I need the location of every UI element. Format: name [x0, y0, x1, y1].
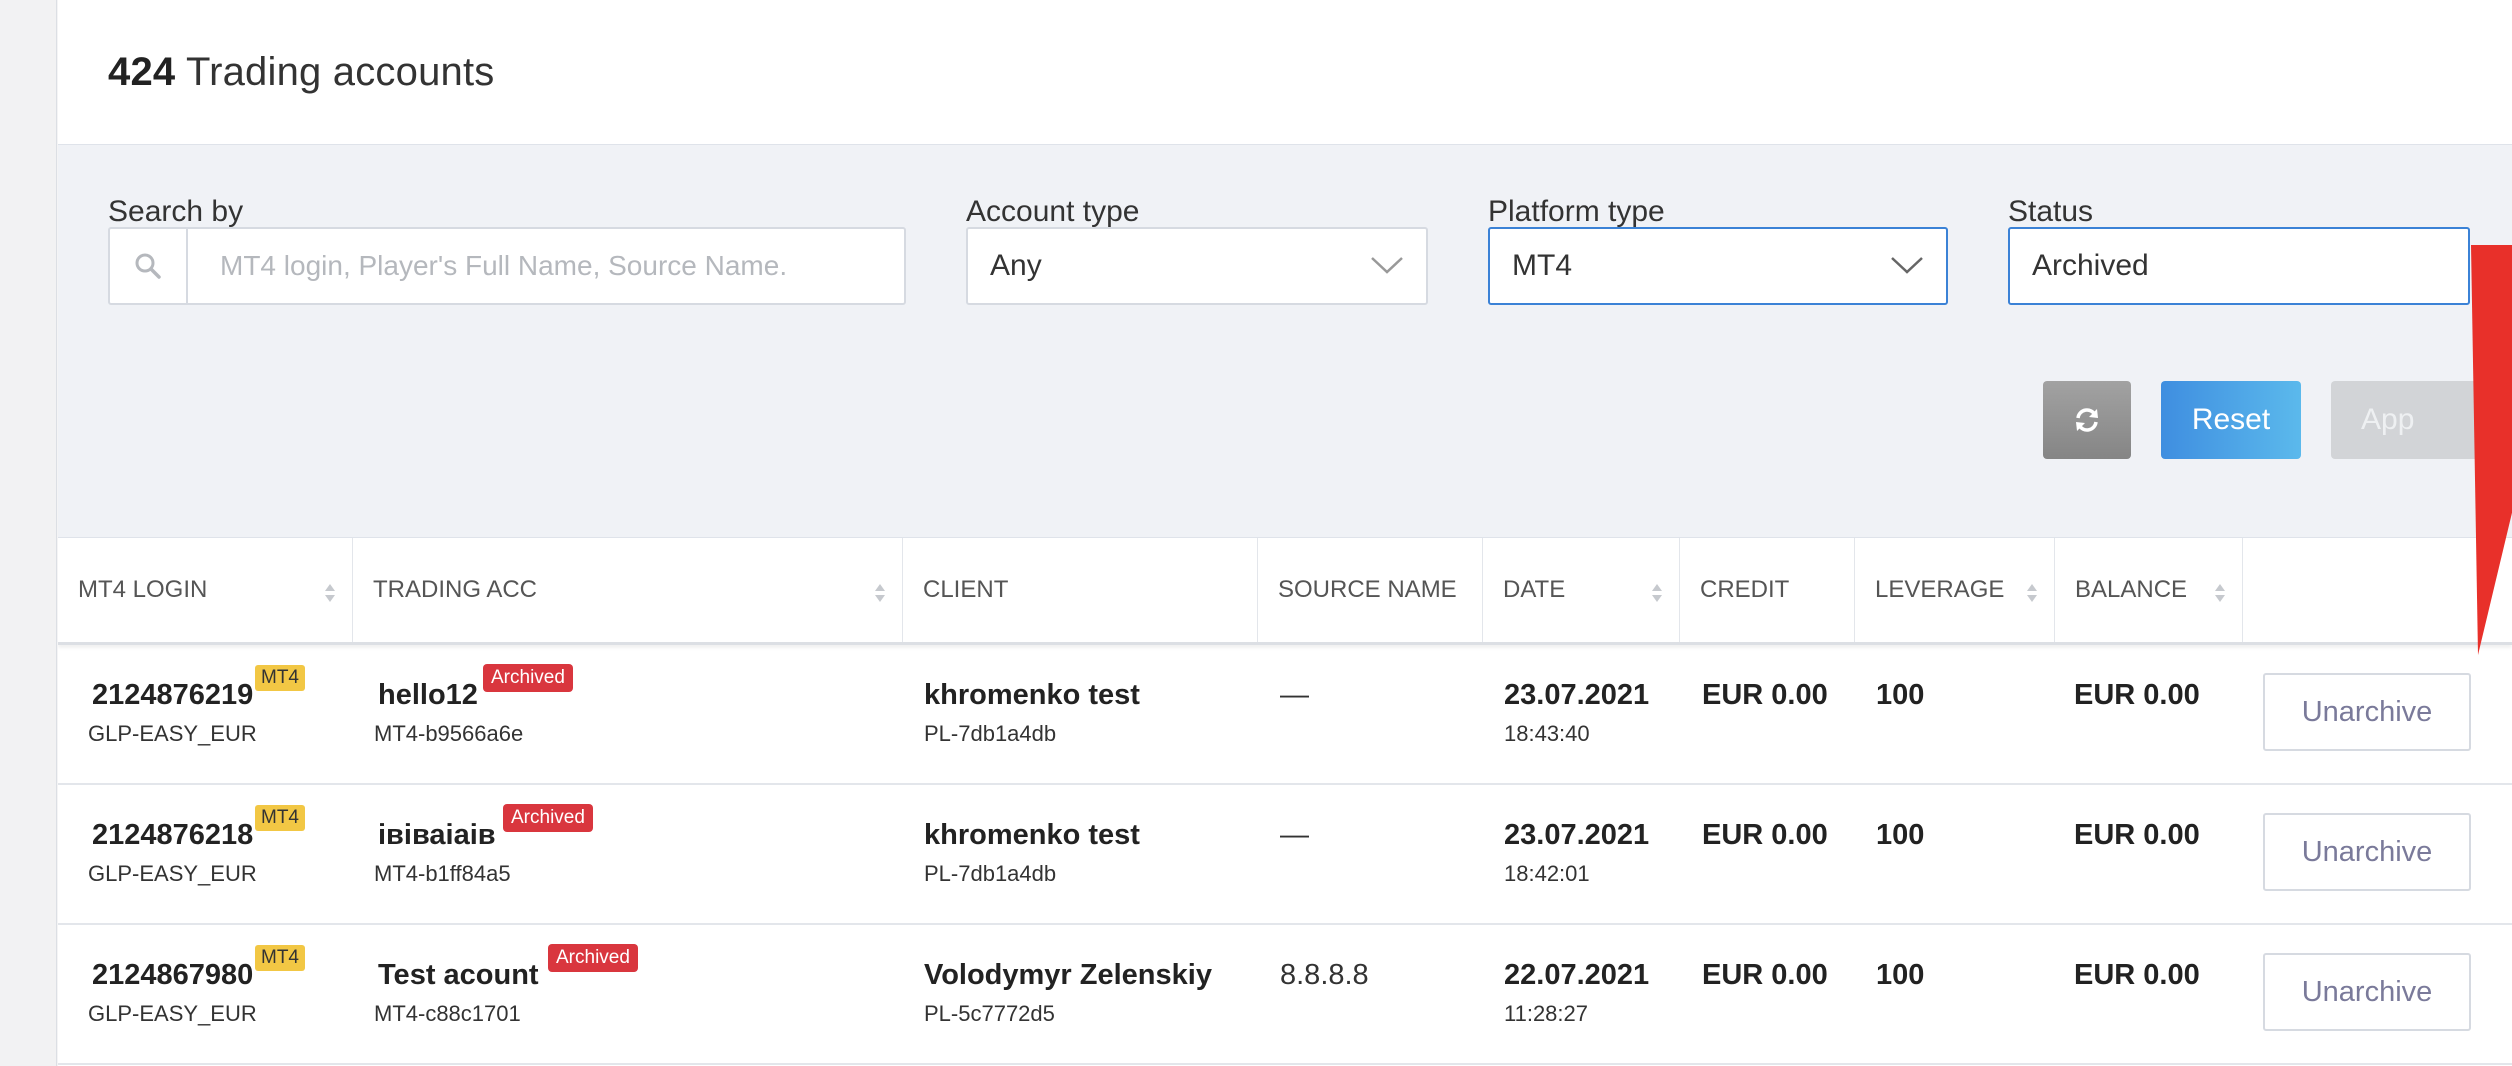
client-name[interactable]: khromenko test	[924, 679, 1140, 712]
archived-badge: Archived	[483, 664, 573, 692]
account-group: GLP-EASY_EUR	[88, 861, 257, 886]
table-body: 2124876219 MT4 GLP-EASY_EUR hello12 Arch…	[58, 645, 2512, 1065]
balance: EUR 0.00	[2074, 819, 2200, 851]
col-trading-acc[interactable]: TRADING ACC	[353, 538, 903, 642]
accounts-count: 424	[108, 49, 176, 94]
sort-icon	[325, 584, 335, 602]
status-select[interactable]: Archived	[2008, 227, 2470, 305]
left-sidebar	[0, 0, 57, 1066]
leverage: 100	[1876, 959, 1925, 991]
credit: EUR 0.00	[1702, 959, 1828, 991]
col-mt4-login-label: MT4 LOGIN	[78, 576, 208, 603]
platform-badge: MT4	[255, 805, 305, 831]
trading-acc-id: MT4-b9566a6e	[374, 721, 524, 746]
col-date-label: DATE	[1503, 576, 1566, 603]
credit: EUR 0.00	[1702, 679, 1828, 711]
sort-icon	[875, 584, 885, 602]
col-credit: CREDIT	[1680, 538, 1855, 642]
col-mt4-login[interactable]: MT4 LOGIN	[58, 538, 353, 642]
leverage: 100	[1876, 819, 1925, 851]
chevron-down-icon	[1891, 257, 1923, 274]
client-id: PL-7db1a4db	[924, 861, 1057, 886]
search-icon	[110, 229, 188, 303]
table-row: 2124876219 MT4 GLP-EASY_EUR hello12 Arch…	[58, 645, 2512, 785]
trading-acc-id: MT4-c88c1701	[374, 1001, 521, 1026]
trading-acc-name[interactable]: hello12	[378, 679, 478, 712]
balance: EUR 0.00	[2074, 959, 2200, 991]
main-content: 424 Trading accounts Search by Account t…	[58, 0, 2512, 1066]
archived-badge: Archived	[503, 804, 593, 832]
account-type-label: Account type	[966, 195, 1140, 228]
account-group: GLP-EASY_EUR	[88, 721, 257, 746]
trading-acc-name[interactable]: Test acount	[378, 959, 539, 992]
apply-button[interactable]: App	[2331, 381, 2491, 459]
source-name: —	[1280, 679, 1309, 711]
date: 23.07.2021	[1504, 679, 1650, 711]
date: 22.07.2021	[1504, 959, 1650, 991]
platform-type-value: MT4	[1512, 249, 1572, 282]
col-trading-acc-label: TRADING ACC	[373, 576, 538, 603]
account-type-select[interactable]: Any	[966, 227, 1428, 305]
client-name[interactable]: Volodymyr Zelenskiy	[924, 959, 1212, 992]
source-name: 8.8.8.8	[1280, 959, 1369, 991]
chevron-down-icon	[1371, 257, 1403, 274]
mt4-login[interactable]: 2124867980	[92, 959, 253, 992]
col-balance[interactable]: BALANCE	[2055, 538, 2243, 642]
account-type-value: Any	[990, 249, 1042, 282]
time: 18:43:40	[1504, 721, 1590, 746]
status-value: Archived	[2032, 249, 2149, 282]
col-source-name: SOURCE NAME	[1258, 538, 1483, 642]
date: 23.07.2021	[1504, 819, 1650, 851]
balance: EUR 0.00	[2074, 679, 2200, 711]
col-balance-label: BALANCE	[2075, 576, 2188, 603]
search-input[interactable]	[188, 229, 904, 303]
client-id: PL-5c7772d5	[924, 1001, 1055, 1026]
platform-badge: MT4	[255, 945, 305, 971]
platform-type-select[interactable]: MT4	[1488, 227, 1948, 305]
sort-icon	[1652, 584, 1662, 602]
unarchive-button[interactable]: Unarchive	[2263, 813, 2471, 891]
client-name[interactable]: khromenko test	[924, 819, 1140, 852]
status-label: Status	[2008, 195, 2094, 228]
annotation-arrow-icon	[2471, 245, 2512, 655]
col-date[interactable]: DATE	[1483, 538, 1680, 642]
search-field[interactable]	[108, 227, 906, 305]
client-id: PL-7db1a4db	[924, 721, 1057, 746]
reset-button[interactable]: Reset	[2161, 381, 2301, 459]
time: 18:42:01	[1504, 861, 1590, 886]
page-title: 424 Trading accounts	[108, 50, 495, 95]
table-row: 2124876218 MT4 GLP-EASY_EUR івіваіаів Ar…	[58, 785, 2512, 925]
sort-icon	[2215, 584, 2225, 602]
search-label: Search by	[108, 195, 244, 228]
platform-badge: MT4	[255, 665, 305, 691]
mt4-login[interactable]: 2124876219	[92, 679, 253, 712]
leverage: 100	[1876, 679, 1925, 711]
account-group: GLP-EASY_EUR	[88, 1001, 257, 1026]
trading-acc-id: MT4-b1ff84a5	[374, 861, 511, 886]
archived-badge: Archived	[548, 944, 638, 972]
sort-icon	[2027, 584, 2037, 602]
unarchive-button[interactable]: Unarchive	[2263, 673, 2471, 751]
table-header: MT4 LOGIN TRADING ACC CLIENT SOURCE NAME…	[58, 538, 2512, 645]
table-row: 2124867980 MT4 GLP-EASY_EUR Test acount …	[58, 925, 2512, 1065]
platform-type-label: Platform type	[1488, 195, 1665, 228]
refresh-icon	[2076, 408, 2098, 432]
col-leverage[interactable]: LEVERAGE	[1855, 538, 2055, 642]
page-header: 424 Trading accounts	[58, 0, 2512, 145]
unarchive-button[interactable]: Unarchive	[2263, 953, 2471, 1031]
col-client: CLIENT	[903, 538, 1258, 642]
mt4-login[interactable]: 2124876218	[92, 819, 253, 852]
credit: EUR 0.00	[1702, 819, 1828, 851]
col-source-name-label: SOURCE NAME	[1278, 576, 1457, 603]
refresh-button[interactable]	[2043, 381, 2131, 459]
col-leverage-label: LEVERAGE	[1875, 576, 2005, 603]
source-name: —	[1280, 819, 1309, 851]
time: 11:28:27	[1504, 1001, 1589, 1026]
page-title-text: Trading accounts	[185, 49, 495, 94]
filters-panel: Search by Account type Any Platform type…	[58, 145, 2512, 538]
col-client-label: CLIENT	[923, 576, 1009, 603]
trading-acc-name[interactable]: івіваіаів	[378, 819, 496, 852]
col-credit-label: CREDIT	[1700, 576, 1790, 603]
